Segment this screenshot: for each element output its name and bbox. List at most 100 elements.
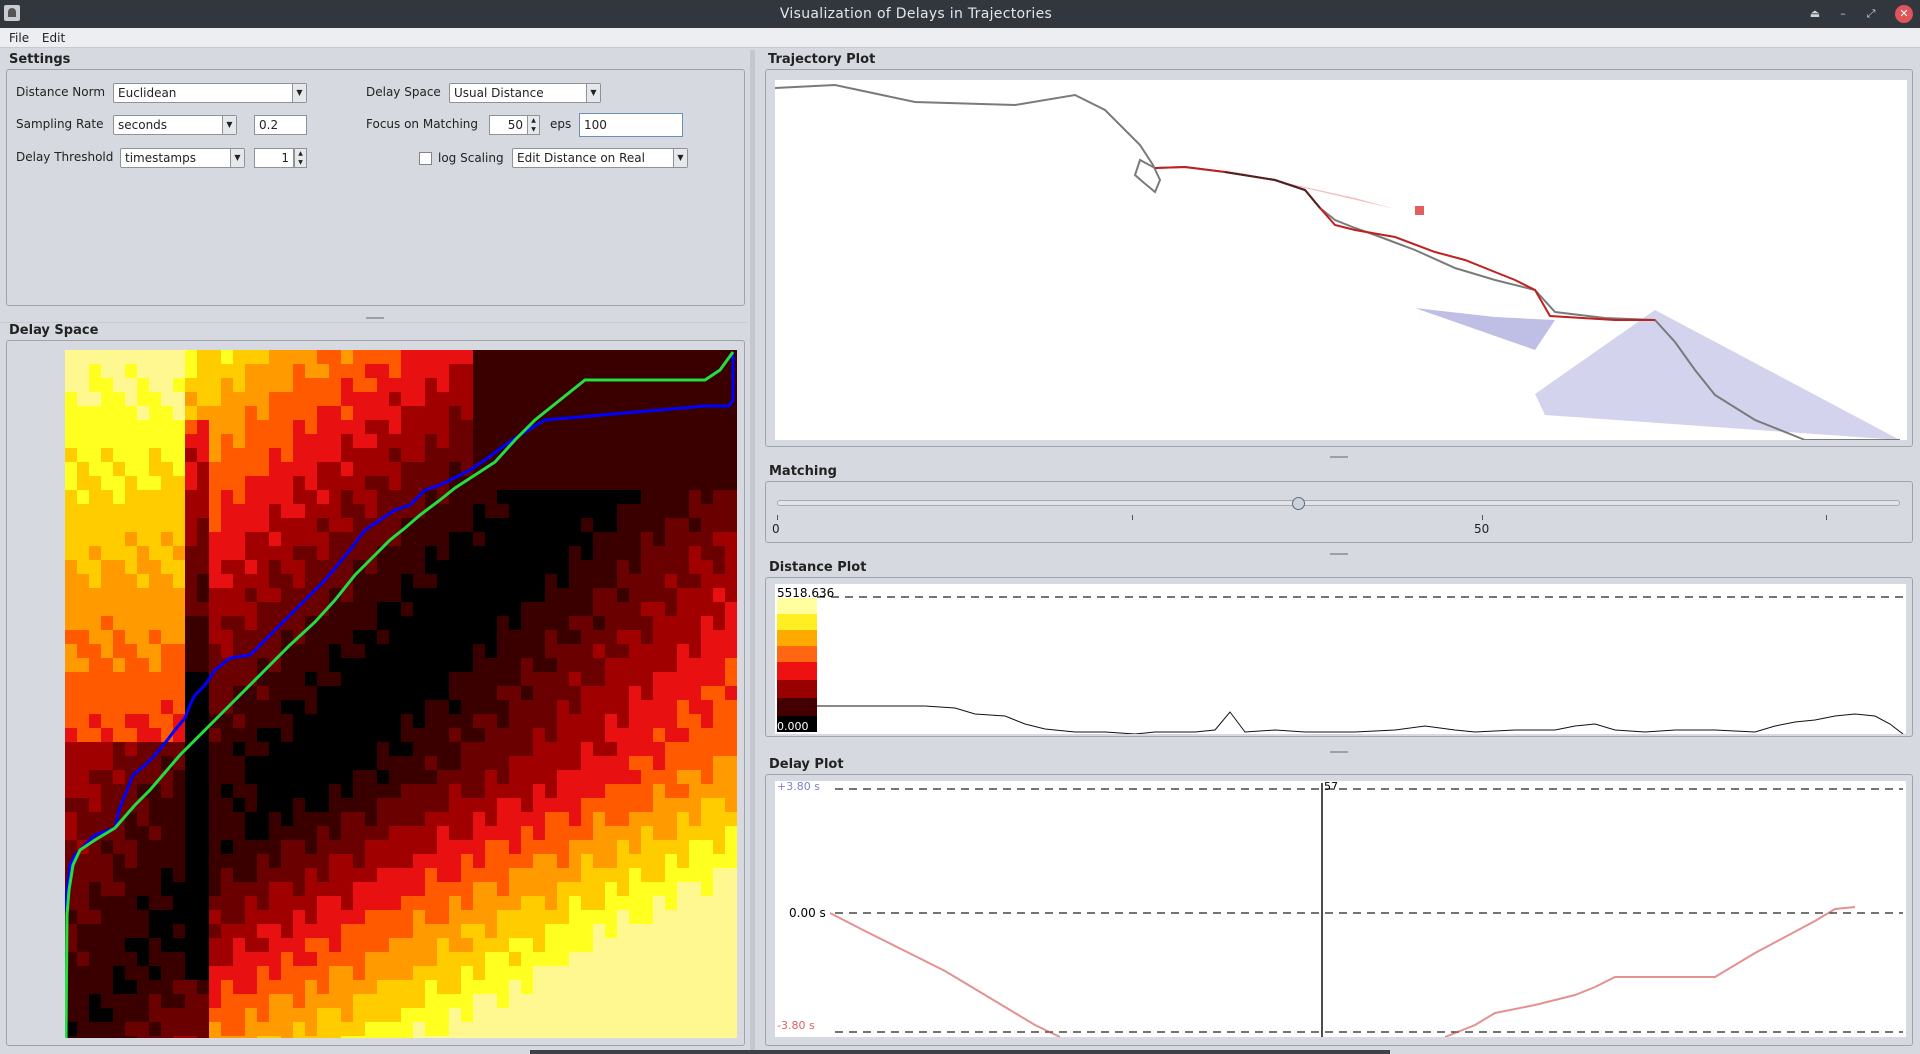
heatmap-cell bbox=[401, 798, 413, 812]
heatmap-cell bbox=[77, 756, 89, 770]
heatmap-cell bbox=[113, 588, 125, 602]
heatmap-cell bbox=[449, 770, 461, 784]
heatmap-cell bbox=[605, 938, 617, 952]
heatmap-cell bbox=[509, 392, 521, 406]
distance-canvas[interactable]: 5518.636 0.000 bbox=[775, 584, 1906, 735]
spinner-down-icon[interactable]: ▼ bbox=[528, 125, 539, 134]
delay-threshold-unit-select[interactable]: timestamps ▼ bbox=[120, 148, 245, 168]
heatmap-cell bbox=[725, 518, 737, 532]
heatmap-cell bbox=[545, 630, 557, 644]
heatmap-cell bbox=[425, 686, 437, 700]
heatmap-cell bbox=[401, 728, 413, 742]
heatmap-cell bbox=[77, 1022, 89, 1036]
heatmap-cell bbox=[269, 504, 281, 518]
heatmap-cell bbox=[281, 406, 293, 420]
close-icon[interactable]: ✕ bbox=[1895, 5, 1913, 23]
split-grip[interactable] bbox=[1330, 751, 1348, 753]
distance-norm-select[interactable]: Euclidean ▼ bbox=[113, 83, 307, 103]
heatmap-cell bbox=[581, 490, 593, 504]
heatmap-cell bbox=[149, 658, 161, 672]
heatmap-cell bbox=[329, 770, 341, 784]
heatmap-cell bbox=[209, 812, 221, 826]
focus-on-matching-spinner[interactable]: ▲ ▼ bbox=[527, 115, 540, 135]
heatmap-cell bbox=[413, 924, 425, 938]
heatmap-cell bbox=[557, 728, 569, 742]
heatmap-cell bbox=[389, 574, 401, 588]
heatmap-cell bbox=[185, 770, 197, 784]
heatmap-cell bbox=[185, 938, 197, 952]
heatmap-cell bbox=[593, 644, 605, 658]
heatmap-cell bbox=[161, 532, 173, 546]
heatmap-cell bbox=[701, 868, 713, 882]
minimize-icon[interactable]: – bbox=[1834, 5, 1852, 23]
maximize-icon[interactable]: ⤢ bbox=[1862, 5, 1880, 23]
delay-space-heatmap[interactable] bbox=[65, 350, 737, 1038]
matching-slider-track[interactable] bbox=[777, 500, 1900, 506]
heatmap-cell bbox=[449, 434, 461, 448]
heatmap-cell bbox=[665, 770, 677, 784]
heatmap-cell bbox=[245, 546, 257, 560]
heatmap-cell bbox=[89, 560, 101, 574]
menu-edit[interactable]: Edit bbox=[42, 28, 65, 48]
heatmap-cell bbox=[293, 462, 305, 476]
delay-space-select[interactable]: Usual Distance ▼ bbox=[449, 83, 601, 103]
heatmap-cell bbox=[545, 812, 557, 826]
heatmap-cell bbox=[713, 700, 725, 714]
heatmap-cell bbox=[317, 994, 329, 1008]
heatmap-cell bbox=[629, 1036, 641, 1038]
heatmap-cell bbox=[125, 462, 137, 476]
delay-threshold-input[interactable]: 1 bbox=[254, 148, 294, 168]
heatmap-cell bbox=[125, 364, 137, 378]
heatmap-cell bbox=[557, 994, 569, 1008]
spinner-down-icon[interactable]: ▼ bbox=[295, 158, 306, 167]
heatmap-cell bbox=[605, 588, 617, 602]
sampling-rate-unit-select[interactable]: seconds ▼ bbox=[113, 115, 237, 135]
heatmap-cell bbox=[557, 672, 569, 686]
heatmap-cell bbox=[101, 798, 113, 812]
menu-file[interactable]: File bbox=[9, 28, 29, 48]
distance-norm-label: Distance Norm bbox=[16, 85, 106, 99]
heatmap-cell bbox=[713, 546, 725, 560]
heatmap-cell bbox=[593, 518, 605, 532]
split-grip[interactable] bbox=[1330, 456, 1348, 458]
heatmap-cell bbox=[389, 728, 401, 742]
heatmap-cell bbox=[461, 854, 473, 868]
vertical-split-divider[interactable] bbox=[750, 50, 755, 1050]
heatmap-cell bbox=[65, 504, 77, 518]
matching-slider-thumb[interactable] bbox=[1292, 497, 1305, 510]
spinner-up-icon[interactable]: ▲ bbox=[528, 116, 539, 125]
heatmap-cell bbox=[593, 350, 605, 364]
log-scaling-checkbox[interactable] bbox=[419, 152, 432, 165]
heatmap-cell bbox=[581, 658, 593, 672]
heatmap-cell bbox=[101, 812, 113, 826]
heatmap-cell bbox=[173, 840, 185, 854]
distance-mode-select[interactable]: Edit Distance on Real ▼ bbox=[512, 148, 688, 168]
heatmap-cell bbox=[533, 938, 545, 952]
heatmap-cell bbox=[641, 896, 653, 910]
heatmap-cell bbox=[617, 476, 629, 490]
delay-threshold-spinner[interactable]: ▲ ▼ bbox=[294, 148, 307, 168]
heatmap-cell bbox=[305, 518, 317, 532]
heatmap-cell bbox=[233, 546, 245, 560]
heatmap-cell bbox=[149, 686, 161, 700]
split-grip[interactable] bbox=[366, 317, 384, 319]
heatmap-cell bbox=[401, 448, 413, 462]
heatmap-cell bbox=[497, 672, 509, 686]
heatmap-cell bbox=[605, 686, 617, 700]
sampling-rate-input[interactable]: 0.2 bbox=[254, 115, 307, 135]
delay-canvas[interactable]: +3.80 s 0.00 s -3.80 s 57 bbox=[775, 780, 1906, 1038]
trajectory-canvas[interactable] bbox=[774, 80, 1907, 441]
heatmap-cell bbox=[473, 784, 485, 798]
eps-input[interactable]: 100 bbox=[579, 113, 683, 137]
shade-icon[interactable]: ⏏ bbox=[1806, 5, 1824, 23]
heatmap-cell bbox=[269, 756, 281, 770]
heatmap-cell bbox=[701, 1036, 713, 1038]
heatmap-cell bbox=[509, 756, 521, 770]
heatmap-cell bbox=[185, 364, 197, 378]
spinner-up-icon[interactable]: ▲ bbox=[295, 149, 306, 158]
heatmap-cell bbox=[725, 490, 737, 504]
heatmap-cell bbox=[65, 672, 77, 686]
focus-on-matching-input[interactable]: 50 bbox=[489, 115, 528, 135]
split-grip[interactable] bbox=[1330, 553, 1348, 555]
heatmap-cell bbox=[173, 994, 185, 1008]
